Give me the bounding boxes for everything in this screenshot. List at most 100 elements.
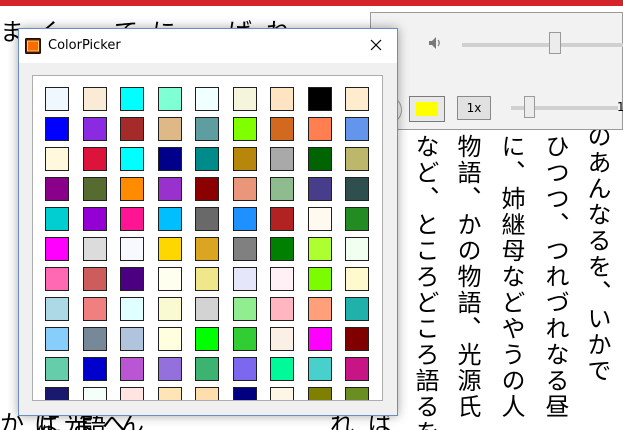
speed-button[interactable]: 1x <box>457 96 491 120</box>
color-swatch[interactable] <box>157 357 182 381</box>
color-swatch[interactable] <box>157 87 182 111</box>
color-swatch[interactable] <box>195 357 219 381</box>
color-swatch[interactable] <box>345 87 369 111</box>
color-swatch[interactable] <box>120 117 144 141</box>
color-swatch[interactable] <box>307 267 332 291</box>
color-swatch[interactable] <box>195 267 219 291</box>
color-swatch[interactable] <box>270 297 294 321</box>
color-swatch[interactable] <box>232 207 257 231</box>
color-swatch[interactable] <box>45 327 69 351</box>
color-swatch[interactable] <box>307 357 332 381</box>
color-swatch[interactable] <box>82 387 107 400</box>
dialog-titlebar[interactable]: ColorPicker <box>19 29 397 63</box>
color-swatch[interactable] <box>45 177 69 201</box>
color-swatch[interactable] <box>270 117 294 141</box>
speaker-icon[interactable] <box>428 36 442 50</box>
color-swatch[interactable] <box>195 327 219 351</box>
color-swatch[interactable] <box>120 297 144 321</box>
color-swatch[interactable] <box>120 357 144 381</box>
color-swatch[interactable] <box>45 87 69 111</box>
color-swatch[interactable] <box>195 237 219 261</box>
color-swatch[interactable] <box>232 357 257 381</box>
color-swatch[interactable] <box>157 237 182 261</box>
color-swatch[interactable] <box>195 297 219 321</box>
close-icon[interactable] <box>358 30 394 60</box>
color-swatch[interactable] <box>82 237 107 261</box>
color-swatch[interactable] <box>157 117 182 141</box>
color-swatch[interactable] <box>345 387 369 400</box>
color-swatch[interactable] <box>195 207 219 231</box>
color-swatch[interactable] <box>157 327 182 351</box>
speed-slider-thumb[interactable] <box>524 96 535 118</box>
color-swatch[interactable] <box>270 237 294 261</box>
volume-slider[interactable] <box>462 43 623 47</box>
color-swatch[interactable] <box>120 147 144 171</box>
color-swatch[interactable] <box>82 357 107 381</box>
color-swatch[interactable] <box>232 237 257 261</box>
color-swatch[interactable] <box>232 177 257 201</box>
color-swatch[interactable] <box>45 297 69 321</box>
color-swatch[interactable] <box>45 237 69 261</box>
color-swatch[interactable] <box>232 327 257 351</box>
highlight-color-button[interactable] <box>409 96 445 122</box>
color-swatch[interactable] <box>157 207 182 231</box>
color-swatch[interactable] <box>120 387 144 400</box>
color-swatch[interactable] <box>120 237 144 261</box>
color-swatch[interactable] <box>345 147 369 171</box>
color-swatch[interactable] <box>270 267 294 291</box>
color-swatch[interactable] <box>232 87 257 111</box>
color-swatch[interactable] <box>232 147 257 171</box>
color-swatch[interactable] <box>345 117 369 141</box>
color-swatch[interactable] <box>157 267 182 291</box>
color-swatch[interactable] <box>307 87 332 111</box>
color-swatch[interactable] <box>45 387 69 400</box>
color-swatch[interactable] <box>82 327 107 351</box>
color-swatch[interactable] <box>45 357 69 381</box>
color-swatch[interactable] <box>270 207 294 231</box>
color-swatch[interactable] <box>195 387 219 400</box>
color-swatch[interactable] <box>307 177 332 201</box>
color-swatch[interactable] <box>345 297 369 321</box>
color-swatch[interactable] <box>270 87 294 111</box>
color-swatch[interactable] <box>270 177 294 201</box>
color-swatch[interactable] <box>157 387 182 400</box>
color-swatch[interactable] <box>120 87 144 111</box>
color-swatch[interactable] <box>345 327 369 351</box>
color-swatch[interactable] <box>120 267 144 291</box>
color-swatch[interactable] <box>307 207 332 231</box>
color-swatch[interactable] <box>45 147 69 171</box>
color-swatch[interactable] <box>120 327 144 351</box>
color-swatch[interactable] <box>345 207 369 231</box>
color-swatch[interactable] <box>45 267 69 291</box>
color-swatch[interactable] <box>157 147 182 171</box>
color-swatch[interactable] <box>270 357 294 381</box>
color-swatch-grid[interactable] <box>32 75 383 401</box>
color-swatch[interactable] <box>157 177 182 201</box>
color-swatch[interactable] <box>82 207 107 231</box>
color-swatch[interactable] <box>195 177 219 201</box>
color-swatch[interactable] <box>195 117 219 141</box>
color-swatch[interactable] <box>270 387 294 400</box>
color-swatch[interactable] <box>82 87 107 111</box>
color-swatch[interactable] <box>232 117 257 141</box>
color-swatch[interactable] <box>270 327 294 351</box>
color-swatch[interactable] <box>345 357 369 381</box>
color-swatch[interactable] <box>270 147 294 171</box>
color-swatch[interactable] <box>307 327 332 351</box>
color-swatch[interactable] <box>82 117 107 141</box>
color-swatch[interactable] <box>345 177 369 201</box>
color-swatch[interactable] <box>82 147 107 171</box>
color-swatch[interactable] <box>120 177 144 201</box>
color-swatch[interactable] <box>307 117 332 141</box>
color-swatch[interactable] <box>232 297 257 321</box>
color-swatch[interactable] <box>307 297 332 321</box>
color-swatch[interactable] <box>45 117 69 141</box>
color-swatch[interactable] <box>82 267 107 291</box>
color-swatch[interactable] <box>157 297 182 321</box>
color-swatch[interactable] <box>195 87 219 111</box>
color-swatch[interactable] <box>307 237 332 261</box>
color-swatch[interactable] <box>82 177 107 201</box>
color-swatch[interactable] <box>45 207 69 231</box>
color-swatch[interactable] <box>195 147 219 171</box>
color-swatch[interactable] <box>232 267 257 291</box>
